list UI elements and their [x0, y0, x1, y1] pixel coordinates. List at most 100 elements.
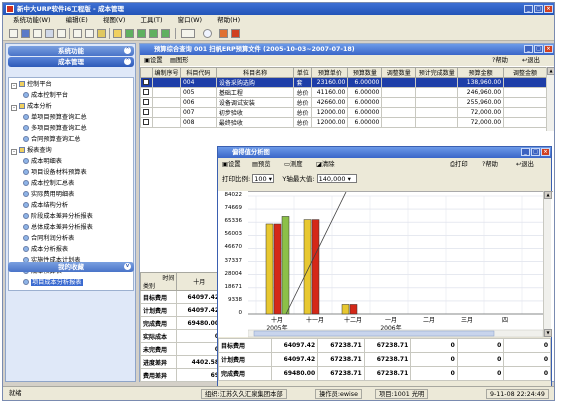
- tools-icon[interactable]: [219, 29, 228, 38]
- scroll-up-icon[interactable]: ▲: [547, 67, 554, 75]
- prev-record-icon[interactable]: [137, 29, 146, 38]
- tree-folder[interactable]: - 成本分析: [11, 102, 52, 111]
- scroll-thumb[interactable]: [253, 330, 495, 337]
- minimize-icon[interactable]: _: [524, 45, 533, 53]
- minimize-icon[interactable]: _: [524, 5, 533, 13]
- popup-measure-button[interactable]: ▭测度: [284, 159, 303, 170]
- column-header[interactable]: 预算数量: [347, 67, 383, 78]
- preview-icon[interactable]: [57, 29, 66, 38]
- tree-item[interactable]: 多项目预算查询汇总: [23, 124, 87, 133]
- edit-icon[interactable]: [113, 29, 122, 38]
- column-header[interactable]: 调整数量: [381, 67, 417, 78]
- collapse-icon[interactable]: -: [11, 83, 17, 89]
- tree-item[interactable]: 成本控制汇总表: [23, 179, 74, 188]
- close-icon[interactable]: ×: [544, 5, 553, 13]
- column-header[interactable]: 编制序号: [151, 67, 181, 78]
- cell-qty: 6.00000: [347, 87, 383, 98]
- tree-item[interactable]: 总体成本差异分析报表: [23, 223, 93, 232]
- popup-cell: 0: [410, 352, 458, 367]
- menu-edit[interactable]: 编辑(E): [66, 16, 88, 24]
- help-button[interactable]: ?帮助: [492, 55, 508, 66]
- new-icon[interactable]: [9, 29, 18, 38]
- menu-system[interactable]: 系统功能(W): [13, 16, 51, 24]
- tree-item[interactable]: 成本结构分析: [23, 201, 68, 210]
- cell-unit: 总价: [293, 117, 313, 128]
- collapse-icon[interactable]: -: [11, 149, 17, 155]
- cell-unit: 总价: [293, 107, 313, 118]
- menu-window[interactable]: 窗口(W): [178, 16, 203, 24]
- menu-help[interactable]: 帮助(H): [217, 16, 240, 24]
- maximize-icon[interactable]: □: [531, 148, 540, 156]
- column-header[interactable]: 预算单价: [311, 67, 349, 78]
- table-row[interactable]: 005 基础工程 总价 41160.00 6.00000 246,960.00: [140, 87, 547, 98]
- table-row[interactable]: 008 最终验收 总价 12000.00 6.00000 72,000.00: [140, 117, 547, 128]
- column-header[interactable]: [140, 67, 153, 78]
- budget-scrollbar[interactable]: ▲: [546, 67, 554, 131]
- tree-item[interactable]: 成本控制平台: [23, 91, 68, 100]
- ymax-select[interactable]: 140,000 ▾: [316, 174, 357, 183]
- collapse-icon[interactable]: -: [11, 105, 17, 111]
- print-scale-select[interactable]: 100 ▾: [252, 174, 275, 183]
- tree-item[interactable]: 合同预算查询汇总: [23, 135, 81, 144]
- tree-item[interactable]: 成本分析报表: [23, 245, 68, 254]
- window-menu-icon[interactable]: [181, 29, 195, 38]
- chart-button[interactable]: ▤图形: [170, 55, 189, 66]
- cell-seq: [151, 87, 181, 98]
- maximize-icon[interactable]: □: [534, 45, 543, 53]
- open-icon[interactable]: [33, 29, 42, 38]
- tree-item[interactable]: 实际费用明细表: [23, 190, 74, 199]
- close-icon[interactable]: ×: [541, 148, 550, 156]
- tree-label: 成本控制汇总表: [31, 180, 75, 187]
- row-icon-cell: [140, 87, 153, 98]
- tree-item[interactable]: 成本明细表: [23, 157, 62, 166]
- sidebar-header-system[interactable]: 系统功能 ^: [8, 46, 134, 56]
- maximize-icon[interactable]: □: [534, 5, 543, 13]
- save-icon[interactable]: [21, 29, 30, 38]
- cell-amount: 72,000.00: [457, 107, 505, 118]
- cut-icon[interactable]: [73, 29, 82, 38]
- chart-scrollbar[interactable]: ▲ ▼: [543, 191, 552, 337]
- print-icon[interactable]: [45, 29, 54, 38]
- popup-clear-button[interactable]: ◪清除: [316, 159, 335, 170]
- popup-help-button[interactable]: ?帮助: [482, 159, 498, 170]
- popup-exit-button[interactable]: ↩退出: [516, 159, 534, 170]
- copy-icon[interactable]: [85, 29, 94, 38]
- menu-view[interactable]: 视图(V): [103, 16, 126, 24]
- minimize-icon[interactable]: _: [521, 148, 530, 156]
- tree-folder[interactable]: - 报表查询: [11, 146, 52, 155]
- table-row[interactable]: 004 设备采购选购套 23160.00 6.00000 138,960.00: [140, 77, 547, 88]
- menu-tools[interactable]: 工具(T): [140, 16, 162, 24]
- help-icon[interactable]: [203, 29, 212, 38]
- popup-print-button[interactable]: ⎙打印: [450, 159, 468, 170]
- scroll-up-icon[interactable]: ▲: [544, 191, 552, 199]
- column-header[interactable]: 单位: [293, 67, 313, 78]
- settings-button[interactable]: ▣设置: [144, 55, 163, 66]
- first-record-icon[interactable]: [125, 29, 134, 38]
- popup-preview-button[interactable]: ▤预览: [252, 159, 271, 170]
- scroll-down-icon[interactable]: ▼: [544, 329, 552, 337]
- exit-button[interactable]: ↩退出: [522, 55, 540, 66]
- exit-icon[interactable]: [231, 29, 240, 38]
- y-tick-label: 37337: [224, 257, 243, 264]
- next-record-icon[interactable]: [149, 29, 158, 38]
- sidebar-header-favorites[interactable]: 我的收藏 v: [8, 262, 134, 272]
- sidebar-header-cost[interactable]: 成本管理 ^: [8, 57, 134, 67]
- column-header[interactable]: 预计完成数量: [415, 67, 459, 78]
- tree-item[interactable]: 合同利润分析表: [23, 234, 74, 243]
- table-row[interactable]: 007 初步验收 总价 12000.00 6.00000 72,000.00: [140, 107, 547, 118]
- column-header[interactable]: 调整金额: [503, 67, 547, 78]
- popup-settings-button[interactable]: ▣设置: [222, 159, 241, 170]
- last-record-icon[interactable]: [161, 29, 170, 38]
- analysis-row: 进度差异 4402.58: [139, 355, 222, 369]
- tree-folder[interactable]: - 控制平台: [11, 80, 52, 89]
- tree-item[interactable]: 项目设备材料预算表: [23, 168, 87, 177]
- paste-icon[interactable]: [97, 29, 106, 38]
- close-icon[interactable]: ×: [544, 45, 553, 53]
- column-header[interactable]: 科目代码: [179, 67, 217, 78]
- column-header[interactable]: 科目名称: [215, 67, 295, 78]
- column-header[interactable]: 预算金额: [457, 67, 505, 78]
- tree-item[interactable]: 阶段成本差异分析报表: [23, 212, 93, 221]
- tree-item[interactable]: 单项目预算查询汇总: [23, 113, 87, 122]
- tree-item[interactable]: 项目成本分析报表: [23, 278, 83, 287]
- table-row[interactable]: 006 设备调试安装 总价 42660.00 6.00000 255,960.00: [140, 97, 547, 108]
